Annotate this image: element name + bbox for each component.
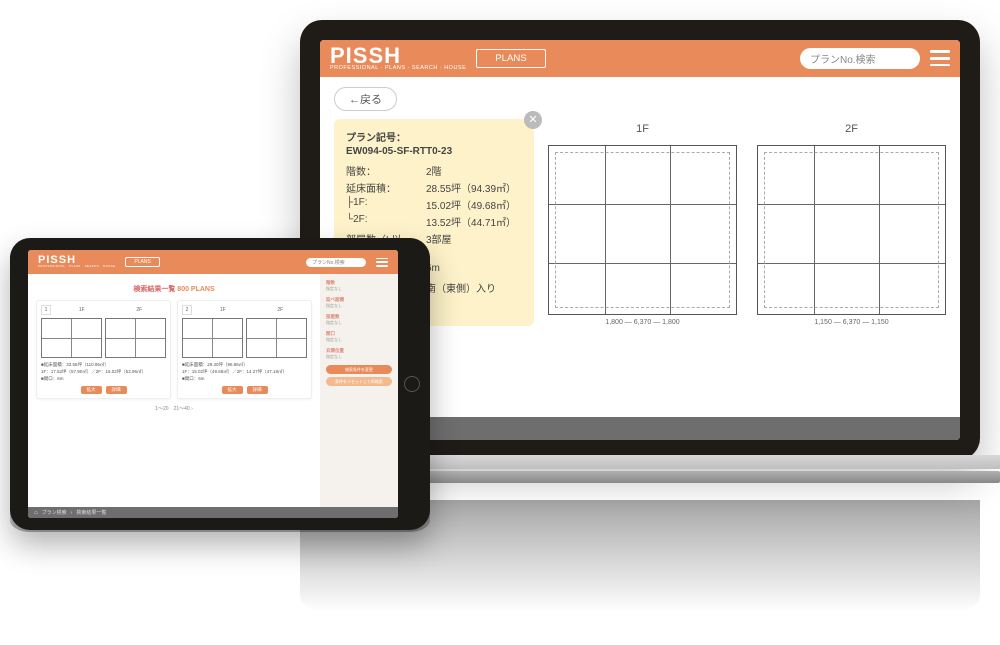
plans-nav-button[interactable]: PLANS [476,49,545,68]
reset-filters-button[interactable]: 条件をリセットして再検索 [326,377,392,386]
brand-logo[interactable]: PISSH PROFESSIONAL · PLANS · SEARCH · HO… [38,256,115,268]
plan-code: EW094-05-SF-RTT0-23 [346,146,522,157]
detail-button[interactable]: 詳細 [247,386,268,394]
floorplan-thumb[interactable] [105,318,166,358]
logo-text: PISSH [330,46,466,66]
floorplan-thumb[interactable] [246,318,307,358]
tablet-breadcrumb: ⌂ プラン検索 › 検索結果一覧 [28,507,398,518]
floor-label: 1F [548,123,737,135]
tablet-screen: PISSH PROFESSIONAL · PLANS · SEARCH · HO… [28,250,398,518]
plans-nav-button[interactable]: PLANS [125,257,159,267]
floor-dims: 1,150 — 6,370 — 1,150 [757,319,946,326]
pagination[interactable]: 1〜20 21〜40 › [36,405,312,412]
filter-sidebar: 階数指定なし 延べ面積指定なし 部屋数指定なし 間口指定なし 玄関位置指定なし … [320,274,398,507]
close-icon[interactable]: ✕ [524,111,542,129]
search-input[interactable]: プランNo.検索 [800,48,920,69]
results-area: 検索結果一覧 800 PLANS 1 1F 2F [28,274,320,507]
menu-icon[interactable] [376,258,388,267]
floor-label: 2F [757,123,946,135]
card-meta: ■延床面積：29.30坪（96.86㎡） 1F：15.02坪（49.68㎡）／2… [182,362,307,382]
floorplan-area: 1F 1,800 — 6,370 — 1,800 2F 1,150 — 6,37… [548,119,946,326]
menu-icon[interactable] [930,50,950,66]
logo-tagline: PROFESSIONAL · PLANS · SEARCH · HOUSE [330,66,466,71]
floorplan-1f-image[interactable] [548,145,737,315]
floorplan-2f-image[interactable] [757,145,946,315]
info-title: プラン記号： [346,129,522,144]
detail-button[interactable]: 詳細 [106,386,127,394]
floor-1f: 1F 1,800 — 6,370 — 1,800 [548,123,737,326]
card-number: 2 [182,305,192,315]
expand-button[interactable]: 拡大 [222,386,243,394]
results-title: 検索結果一覧 800 PLANS [36,284,312,294]
app-header: PISSH PROFESSIONAL · PLANS · SEARCH · HO… [28,250,398,274]
floorplan-thumb[interactable] [41,318,102,358]
result-card[interactable]: 1 1F 2F ■延床面積：33.56坪（110.95㎡） 1F：17.52坪（… [36,300,171,398]
result-card[interactable]: 2 1F 2F ■延床面積：29.30坪（96.86㎡） 1F：15.02坪（4… [177,300,312,398]
expand-button[interactable]: 拡大 [81,386,102,394]
tablet-home-button[interactable] [404,376,420,392]
floor-dims: 1,800 — 6,370 — 1,800 [548,319,737,326]
card-number: 1 [41,305,51,315]
search-input[interactable]: プランNo.検索 [306,258,366,267]
card-meta: ■延床面積：33.56坪（110.95㎡） 1F：17.52坪（57.90㎡）／… [41,362,166,382]
brand-logo[interactable]: PISSH PROFESSIONAL · PLANS · SEARCH · HO… [330,46,466,71]
change-filters-button[interactable]: 検索条件を変更 [326,365,392,374]
back-button[interactable]: ←戻る [334,87,397,111]
floor-2f: 2F 1,150 — 6,370 — 1,150 [757,123,946,326]
home-icon[interactable]: ⌂ [34,510,38,516]
floorplan-thumb[interactable] [182,318,243,358]
app-header: PISSH PROFESSIONAL · PLANS · SEARCH · HO… [320,40,960,77]
tablet-device: PISSH PROFESSIONAL · PLANS · SEARCH · HO… [10,238,430,530]
